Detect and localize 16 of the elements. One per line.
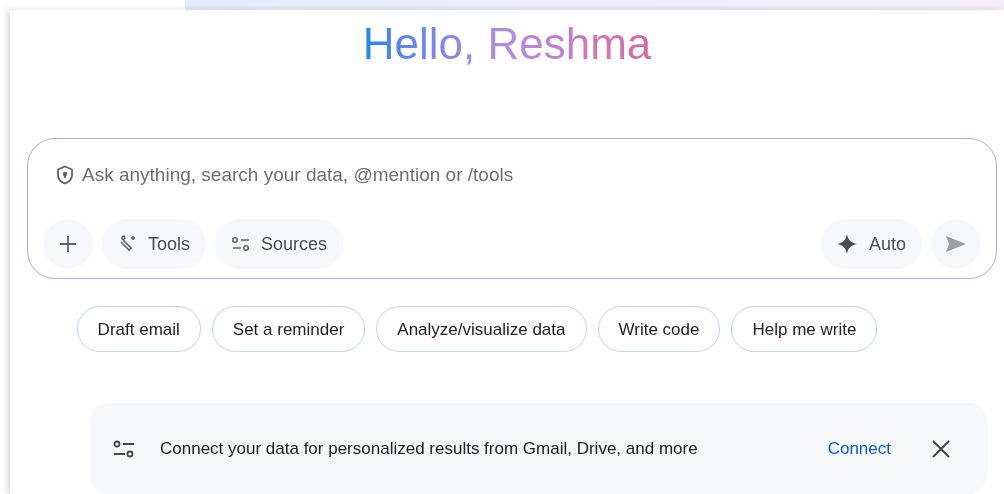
tools-button[interactable]: Tools: [102, 219, 207, 270]
banner-text: Connect your data for personalized results from Gmail, Drive, and more: [160, 437, 698, 460]
connect-link[interactable]: Connect: [827, 435, 891, 462]
mode-button[interactable]: Auto: [820, 219, 922, 270]
plus-icon: [59, 235, 77, 254]
close-button[interactable]: [931, 438, 951, 459]
send-button[interactable]: [931, 219, 981, 270]
sliders-icon: [231, 236, 252, 253]
shield-icon: [56, 165, 74, 186]
close-icon: [932, 439, 950, 458]
send-icon: [945, 235, 967, 254]
sources-button[interactable]: Sources: [215, 219, 344, 270]
sparkle-icon: [836, 234, 857, 255]
add-button[interactable]: [43, 219, 93, 270]
prompt-input[interactable]: Ask anything, search your data, @mention or /tools: [82, 161, 981, 190]
sliders-icon: [112, 438, 136, 459]
